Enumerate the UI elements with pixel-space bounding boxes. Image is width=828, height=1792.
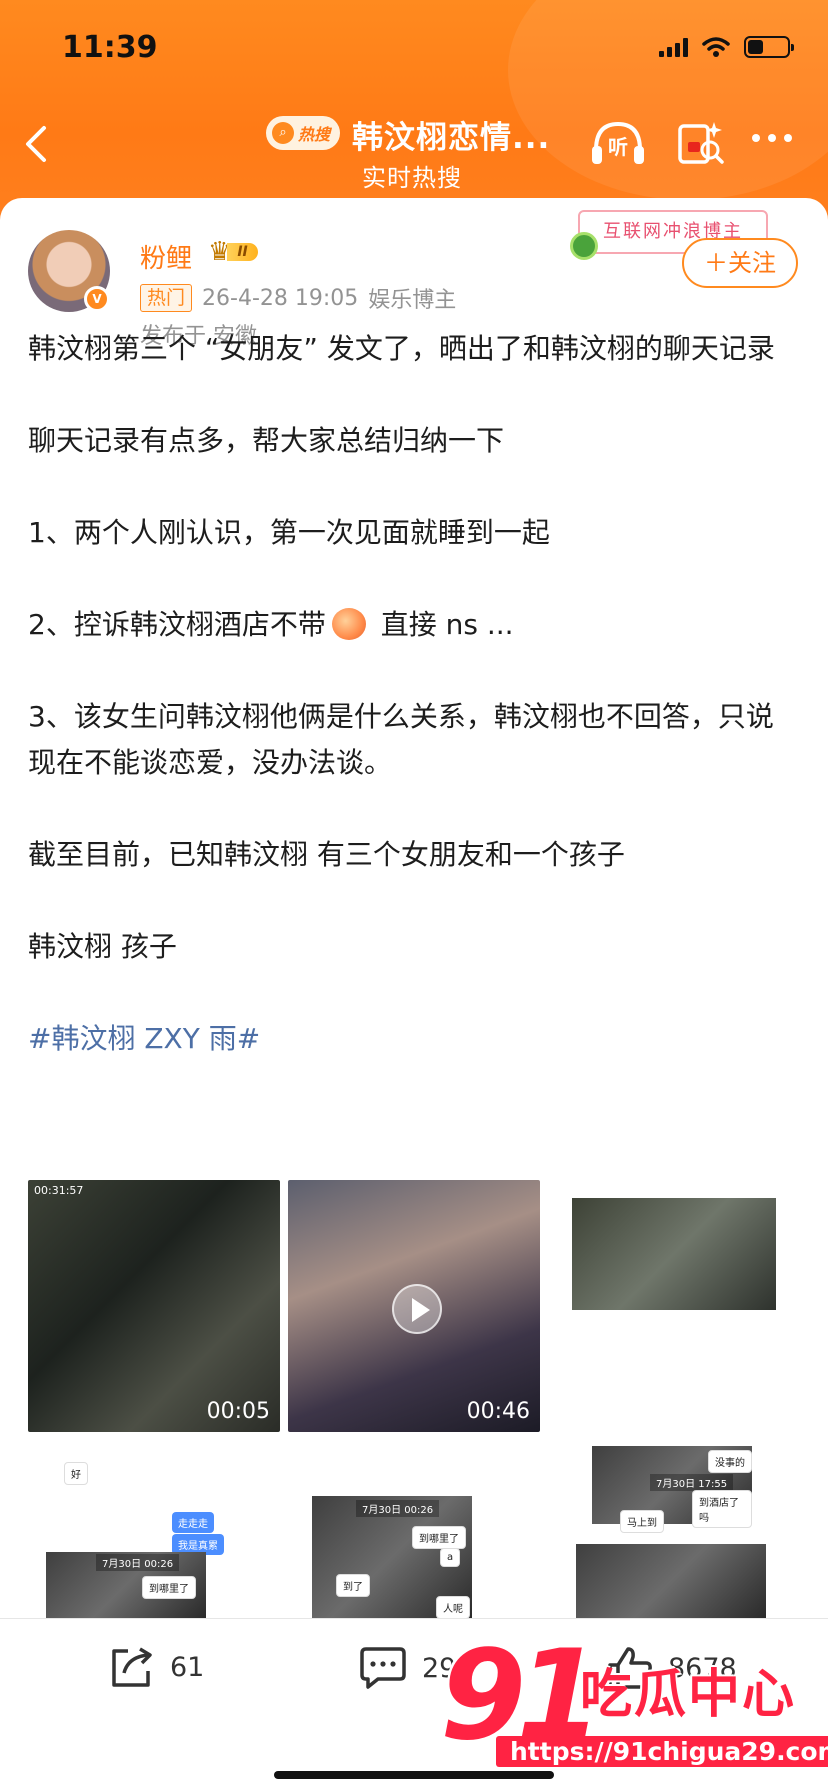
chat-screenshot-2[interactable]: 7月30日 00:26 到哪里了 a 到了 人呢 [288, 1440, 540, 1618]
paragraph-7: 韩汶栩 孩子 [28, 930, 177, 963]
image-thumbnail-3[interactable] [550, 1180, 802, 1432]
paragraph-4-end: 直接 ns ... [380, 608, 514, 641]
paragraph-5: 3、该女生问韩汶栩他俩是什么关系，韩汶栩也不回答，只说现在不能谈恋爱，没办法谈。 [28, 700, 774, 779]
chat-screenshot-3[interactable]: 没事的 7月30日 17:55 到酒店了吗 马上到 [550, 1440, 802, 1618]
post-body: 韩汶栩第三个 “女朋友” 发文了，晒出了和韩汶栩的聊天记录 聊天记录有点多，帮大… [28, 326, 800, 1062]
share-count: 61 [170, 1651, 205, 1683]
chat-bubble: 人呢 [436, 1596, 470, 1618]
watermark-url: https://91chigua29.com [496, 1736, 828, 1767]
share-icon [112, 1647, 152, 1687]
photo-stamp: 7月30日 00:26 [96, 1554, 180, 1571]
author-type: 娱乐博主 [368, 288, 457, 313]
wifi-icon [702, 37, 730, 57]
paragraph-6: 截至目前，已知韩汶栩 有三个女朋友和一个孩子 [28, 838, 625, 871]
header-decoration [508, 0, 828, 200]
chat-bubble: 到哪里了 [412, 1526, 466, 1549]
follow-button[interactable]: ＋关注 [682, 238, 798, 288]
chat-bubble: a [440, 1548, 461, 1567]
cctv-timestamp: 00:31:57 [34, 1184, 84, 1197]
chat-photo: 7月30日 00:26 到哪里了 a 到了 人呢 [312, 1496, 472, 1618]
hashtag-link[interactable]: #韩汶栩 ZXY 雨# [28, 1016, 800, 1062]
peach-emoji-icon [331, 608, 366, 640]
search-icon: ⌕ [272, 122, 294, 144]
battery-icon [744, 36, 794, 58]
chat-bubble: 好 [64, 1462, 88, 1485]
author-name[interactable]: 粉鲤 [140, 238, 192, 275]
red-packet-search-icon[interactable] [676, 116, 726, 168]
back-arrow-icon[interactable] [22, 124, 52, 164]
chat-photo: 没事的 7月30日 17:55 到酒店了吗 马上到 [592, 1446, 752, 1533]
listen-headphones-icon[interactable]: 听 [590, 118, 646, 168]
video-duration: 00:05 [206, 1399, 270, 1424]
chat-bubble: 到酒店了吗 [692, 1490, 752, 1528]
post-meta: 热门 26-4-28 19:05 娱乐博主 [140, 282, 456, 314]
site-watermark: 91 吃瓜中心 https://91chigua29.com [440, 1624, 828, 1784]
header-bar: 11:39 ⌕ 热搜 韩汶栩恋情... 实时热搜 听 [0, 0, 828, 220]
hot-search-label: 热搜 [298, 125, 331, 144]
paragraph-1: 韩汶栩第三个 “女朋友” 发文了，晒出了和韩汶栩的聊天记录 [28, 332, 775, 365]
share-button[interactable]: 61 [108, 1645, 204, 1689]
verified-badge-icon: V [84, 286, 110, 312]
play-icon[interactable] [392, 1284, 442, 1334]
more-options-icon[interactable] [752, 134, 792, 142]
photo-stamp: 7月30日 00:26 [356, 1500, 440, 1517]
chat-bubble: 到哪里了 [142, 1576, 196, 1599]
hot-search-badge[interactable]: ⌕ 热搜 [266, 116, 340, 150]
vip-badge[interactable]: ♛ II [208, 237, 258, 267]
video-duration: 00:46 [466, 1399, 530, 1424]
paragraph-3: 1、两个人刚认识，第一次见面就睡到一起 [28, 516, 550, 549]
chat-bubble: 马上到 [620, 1510, 664, 1533]
vip-level: II [227, 243, 258, 261]
paragraph-2: 聊天记录有点多，帮大家总结归纳一下 [28, 424, 505, 457]
signal-icon [659, 37, 688, 57]
post-timestamp: 26-4-28 19:05 [202, 285, 359, 311]
chat-photo [576, 1544, 766, 1618]
chat-bubble: 到了 [336, 1574, 370, 1597]
hot-tag: 热门 [140, 284, 193, 312]
video-thumbnail-1[interactable]: 00:31:57 00:05 [28, 1180, 280, 1432]
comment-icon [360, 1647, 406, 1689]
paragraph-4-start: 2、控诉韩汶栩酒店不带 [28, 608, 326, 641]
page-title[interactable]: 韩汶栩恋情... [352, 112, 550, 157]
watermark-title: 吃瓜中心 [580, 1665, 797, 1725]
photo-stamp: 7月30日 17:55 [650, 1474, 734, 1491]
status-icons [659, 36, 794, 58]
watermelon-icon [570, 232, 598, 260]
page-subtitle: 实时热搜 [362, 164, 462, 192]
svg-text:听: 听 [608, 135, 628, 159]
video-thumbnail-2[interactable]: 00:46 [288, 1180, 540, 1432]
chat-photo: 7月30日 00:26 到哪里了 [46, 1552, 206, 1618]
cctv-image [572, 1198, 776, 1310]
chat-bubble: 走走走 [172, 1512, 214, 1533]
chat-bubble: 没事的 [708, 1450, 752, 1473]
chat-screenshot-1[interactable]: 好 走走走 我是真累 7月30日 00:26 到哪里了 [28, 1440, 280, 1618]
paragraph-4: 2、控诉韩汶栩酒店不带 直接 ns ... [28, 602, 800, 648]
post-card: V 粉鲤 ♛ II 热门 26-4-28 19:05 娱乐博主 发布于 安徽 互… [0, 198, 828, 1618]
status-time: 11:39 [62, 30, 158, 65]
